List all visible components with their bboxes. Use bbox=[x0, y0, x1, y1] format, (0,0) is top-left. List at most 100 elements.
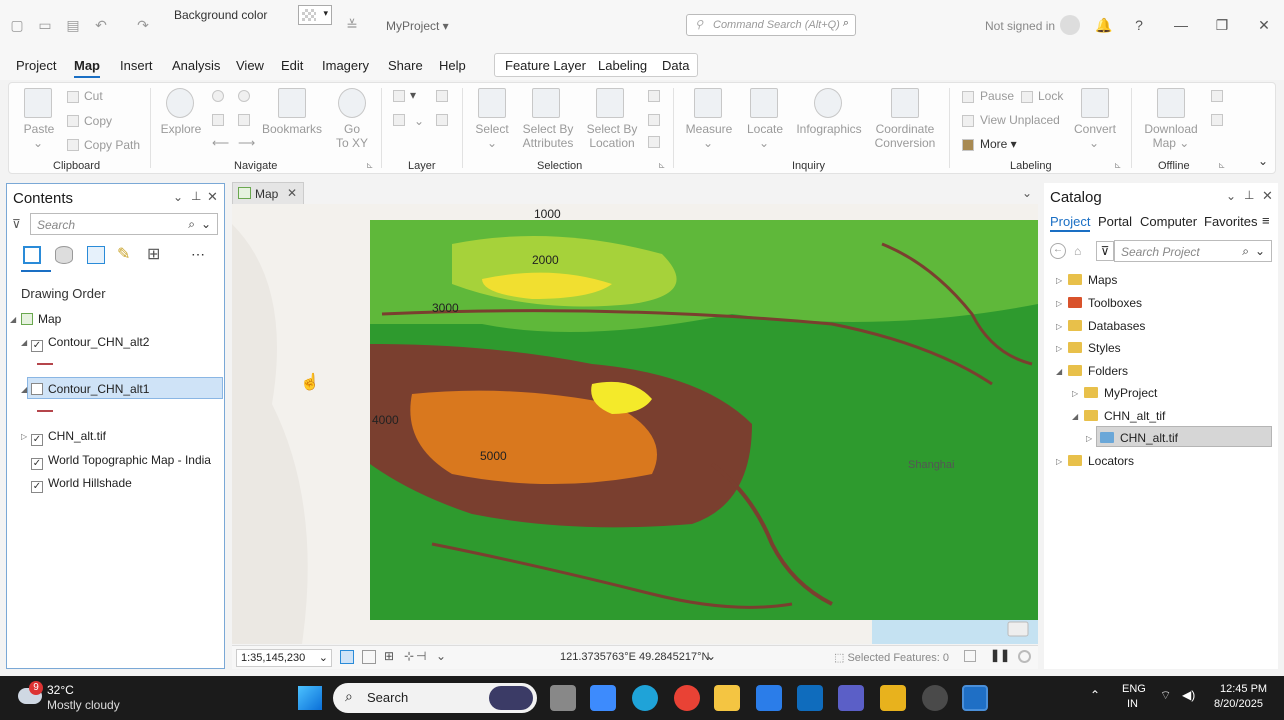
status-dropdown-icon[interactable]: ⌄ bbox=[436, 649, 446, 663]
catalog-item-myproject[interactable]: MyProject bbox=[1084, 386, 1157, 400]
previous-extent-icon[interactable]: ⟵ bbox=[212, 136, 229, 150]
coordinate-conversion-icon[interactable] bbox=[891, 88, 919, 118]
filter-icon[interactable]: ⊽ bbox=[1096, 241, 1114, 261]
teams-icon[interactable] bbox=[838, 685, 864, 711]
list-by-selection-icon[interactable] bbox=[87, 246, 105, 264]
catalog-item-styles[interactable]: Styles bbox=[1068, 341, 1121, 355]
new-project-icon[interactable]: ▢ bbox=[8, 16, 26, 34]
layer-contour-chn-alt1[interactable]: Contour_CHN_alt1 bbox=[31, 382, 149, 396]
pin-icon[interactable]: ⊥ bbox=[1244, 188, 1254, 202]
pause-drawing-icon[interactable]: ❚❚ bbox=[990, 648, 1010, 662]
convert-dropdown-icon[interactable]: ⌄ bbox=[1086, 136, 1102, 150]
project-name[interactable]: MyProject ▾ bbox=[386, 19, 449, 33]
catalog-menu-icon[interactable]: ≡ bbox=[1262, 213, 1270, 228]
filter-icon[interactable]: ⊽ bbox=[12, 217, 21, 231]
layer-world-hillshade[interactable]: ✓ World Hillshade bbox=[31, 476, 132, 493]
tab-insert[interactable]: Insert bbox=[120, 58, 153, 73]
pane-options-icon[interactable]: ⌄ bbox=[173, 190, 183, 204]
more-button[interactable]: More ▾ bbox=[980, 137, 1017, 151]
constraints-icon[interactable]: ⊣ bbox=[416, 649, 426, 663]
expand-icon[interactable]: ▷ bbox=[1056, 299, 1062, 308]
layer-chn-alt-tif[interactable]: ✓ CHN_alt.tif bbox=[31, 429, 106, 446]
catalog-item-folders[interactable]: Folders bbox=[1068, 364, 1128, 378]
copilot-icon[interactable] bbox=[590, 685, 616, 711]
tab-edit[interactable]: Edit bbox=[281, 58, 303, 73]
map-view[interactable]: 1000 2000 3000 4000 5000 Shanghai bbox=[232, 204, 1038, 644]
go-to-xy-button[interactable]: Go To XY bbox=[334, 122, 370, 150]
select-by-attributes-icon[interactable] bbox=[532, 88, 560, 118]
minimize-icon[interactable]: — bbox=[1172, 16, 1190, 34]
locate-dropdown-icon[interactable]: ⌄ bbox=[756, 136, 772, 150]
layer-map[interactable]: Map bbox=[21, 312, 61, 326]
select-by-location-button[interactable]: Select By Location bbox=[584, 122, 640, 150]
add-data-dropdown-icon[interactable]: ▾ bbox=[410, 88, 416, 102]
locate-button[interactable]: Locate bbox=[744, 122, 786, 136]
convert-icon[interactable] bbox=[1081, 88, 1109, 118]
layer-contour-chn-alt2[interactable]: ✓ Contour_CHN_alt2 bbox=[31, 335, 149, 352]
measure-dropdown-icon[interactable]: ⌄ bbox=[700, 136, 716, 150]
language-indicator[interactable]: ENG bbox=[1122, 683, 1146, 695]
clock-time[interactable]: 12:45 PM bbox=[1220, 683, 1267, 695]
select-by-attributes-button[interactable]: Select By Attributes bbox=[520, 122, 576, 150]
catalog-tab-computer[interactable]: Computer bbox=[1140, 214, 1197, 229]
command-search-input[interactable]: ⚲ Command Search (Alt+Q) ⌕ bbox=[686, 14, 856, 36]
tab-imagery[interactable]: Imagery bbox=[322, 58, 369, 73]
navigate-launcher-icon[interactable]: ⊾ bbox=[366, 158, 374, 172]
add-data-icon[interactable] bbox=[393, 90, 405, 102]
go-to-xy-icon[interactable] bbox=[338, 88, 366, 118]
volume-icon[interactable]: ◀) bbox=[1182, 688, 1195, 702]
map-units-icon[interactable] bbox=[340, 650, 354, 664]
pane-options-icon[interactable]: ⌄ bbox=[1226, 189, 1236, 203]
download-map-icon[interactable] bbox=[1157, 88, 1185, 118]
clock-date[interactable]: 8/20/2025 bbox=[1214, 698, 1263, 710]
tab-labeling[interactable]: Labeling bbox=[598, 58, 647, 73]
edge-icon[interactable] bbox=[632, 685, 658, 711]
map-canvas[interactable]: 1000 2000 3000 4000 5000 Shanghai bbox=[232, 204, 1038, 644]
remove-offline-icon[interactable] bbox=[1211, 114, 1223, 126]
notifications-icon[interactable]: 🔔 bbox=[1095, 16, 1113, 34]
views-dropdown-icon[interactable]: ⌄ bbox=[1022, 186, 1032, 200]
explore-button[interactable]: Explore bbox=[160, 122, 202, 136]
visibility-checkbox[interactable]: ✓ bbox=[31, 481, 43, 493]
quick-access-dropdown-icon[interactable]: ≚ bbox=[343, 16, 361, 34]
coordinate-conversion-button[interactable]: Coordinate Conversion bbox=[872, 122, 938, 150]
measure-button[interactable]: Measure bbox=[684, 122, 734, 136]
close-pane-icon[interactable]: ✕ bbox=[207, 189, 218, 205]
map-navigator-icon[interactable] bbox=[1007, 621, 1029, 637]
expand-icon[interactable]: ▷ bbox=[1056, 457, 1062, 466]
catalog-item-locators[interactable]: Locators bbox=[1068, 454, 1134, 468]
offline-launcher-icon[interactable]: ⊾ bbox=[1218, 158, 1226, 172]
collapse-icon[interactable]: ◢ bbox=[10, 315, 16, 324]
cut-button[interactable]: Cut bbox=[84, 89, 103, 103]
coordinate-format-dropdown-icon[interactable]: ⌄ bbox=[706, 649, 716, 663]
map-view-tab[interactable]: Map ✕ bbox=[232, 182, 304, 204]
list-by-snapping-icon[interactable]: ⊞ bbox=[147, 244, 160, 264]
tab-analysis[interactable]: Analysis bbox=[172, 58, 220, 73]
bookmarks-icon[interactable] bbox=[278, 88, 306, 118]
collapse-ribbon-icon[interactable]: ⌄ bbox=[1258, 154, 1268, 168]
collapse-icon[interactable]: ◢ bbox=[1056, 367, 1062, 376]
wifi-icon[interactable]: ⌔ bbox=[1160, 688, 1171, 703]
add-preset-dropdown-icon[interactable]: ⌄ bbox=[414, 114, 424, 128]
visibility-checkbox[interactable]: ✓ bbox=[31, 434, 43, 446]
expand-icon[interactable]: ▷ bbox=[21, 432, 27, 441]
expand-icon[interactable]: ▷ bbox=[1056, 322, 1062, 331]
add-preset-icon[interactable] bbox=[393, 114, 405, 126]
tab-share[interactable]: Share bbox=[388, 58, 423, 73]
open-icon[interactable]: ▭ bbox=[36, 16, 54, 34]
user-avatar[interactable] bbox=[1060, 15, 1080, 35]
pin-icon[interactable]: ⊥ bbox=[191, 189, 201, 203]
region-indicator[interactable]: IN bbox=[1127, 698, 1138, 710]
store-icon[interactable] bbox=[756, 685, 782, 711]
visibility-checkbox[interactable]: ✓ bbox=[31, 340, 43, 352]
infographics-button[interactable]: Infographics bbox=[794, 122, 864, 136]
list-by-editing-icon[interactable]: ✎ bbox=[117, 244, 130, 264]
locate-icon[interactable] bbox=[750, 88, 778, 118]
layer-world-topographic-map[interactable]: ✓ World Topographic Map - India bbox=[31, 453, 211, 470]
snapping-dropdown-icon[interactable]: ⊹ bbox=[404, 649, 414, 663]
tab-feature-layer[interactable]: Feature Layer bbox=[505, 58, 586, 73]
refresh-icon[interactable] bbox=[964, 650, 976, 662]
expand-icon[interactable]: ▷ bbox=[1056, 276, 1062, 285]
lock-button[interactable]: Lock bbox=[1038, 89, 1063, 103]
home-icon[interactable]: ⌂ bbox=[1074, 244, 1081, 258]
